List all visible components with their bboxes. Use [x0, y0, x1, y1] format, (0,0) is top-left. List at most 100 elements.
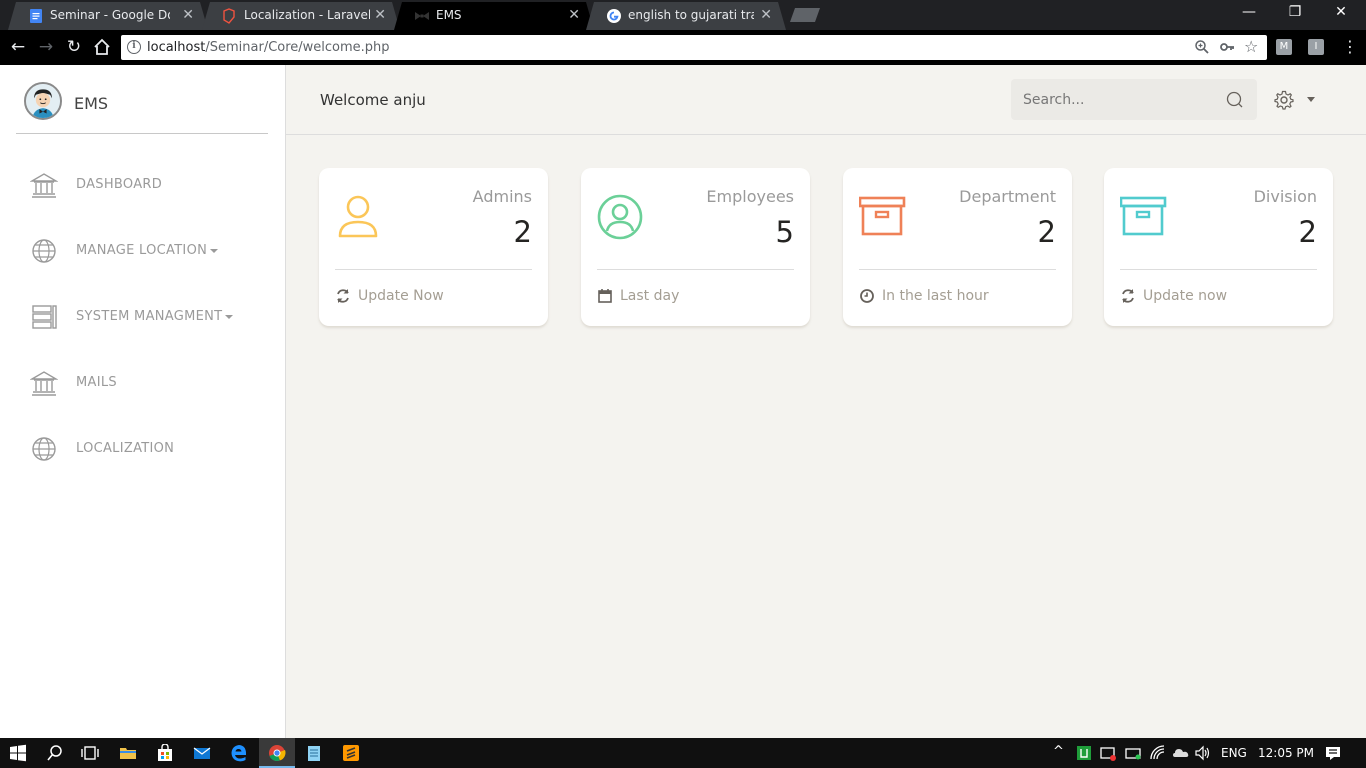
card-label: Department — [959, 187, 1056, 206]
tab-title: EMS — [436, 8, 462, 22]
show-hidden-icons-icon[interactable]: ^ — [1053, 744, 1064, 759]
card-footer[interactable]: In the last hour — [859, 288, 989, 304]
chrome-taskbar-active[interactable] — [259, 738, 295, 768]
card-employees[interactable]: Employees 5 Last day — [581, 168, 810, 326]
close-window-icon[interactable]: ✕ — [1321, 4, 1361, 20]
card-footer[interactable]: Update Now — [335, 288, 444, 304]
minimize-icon[interactable]: — — [1229, 4, 1269, 20]
sidebar-item-mails[interactable]: MAILS — [30, 368, 270, 398]
laravel-icon — [222, 8, 238, 24]
divider — [597, 269, 794, 270]
gear-icon[interactable] — [1274, 90, 1294, 110]
address-bar[interactable]: i localhost/Seminar/Core/welcome.php ☆ — [121, 35, 1267, 60]
sidebar-item-system-managment[interactable]: SYSTEM MANAGMENT — [30, 302, 270, 332]
mail-icon[interactable] — [193, 744, 211, 762]
chrome-icon — [269, 745, 286, 762]
onedrive-icon[interactable] — [1172, 744, 1190, 762]
brand-name[interactable]: EMS — [74, 94, 108, 113]
sidebar-item-dashboard[interactable]: DASHBOARD — [30, 170, 270, 200]
browser-tab-laravel[interactable]: Localization - Laravel - Th ✕ — [202, 2, 400, 30]
clock-time[interactable]: 12:05 PM — [1258, 746, 1314, 760]
close-tab-icon[interactable]: ✕ — [182, 7, 194, 23]
settings-dropdown-caret-icon[interactable] — [1307, 97, 1315, 102]
back-icon[interactable]: ← — [8, 38, 28, 56]
notepad-icon[interactable] — [305, 744, 323, 762]
browser-tab-google-docs[interactable]: Seminar - Google Docs ✕ — [8, 2, 208, 30]
card-department[interactable]: Department 2 In the last hour — [843, 168, 1072, 326]
key-icon[interactable] — [1219, 39, 1235, 55]
close-tab-icon[interactable]: ✕ — [568, 7, 580, 23]
google-docs-icon — [28, 8, 44, 24]
extension-m-icon[interactable]: M — [1276, 39, 1292, 55]
browser-tab-strip: Seminar - Google Docs ✕ Localization - L… — [0, 0, 1366, 30]
card-division[interactable]: Division 2 Update now — [1104, 168, 1333, 326]
server-icon — [32, 305, 57, 329]
globe-icon — [32, 239, 56, 263]
card-value: 2 — [1298, 215, 1317, 249]
card-footer-text: Update Now — [358, 288, 444, 304]
tray-device-icon[interactable] — [1099, 744, 1117, 762]
google-icon — [606, 8, 622, 24]
extension-i-icon[interactable]: I — [1308, 39, 1324, 55]
card-footer[interactable]: Last day — [597, 288, 679, 304]
browser-toolbar: ← → ↻ i localhost/Seminar/Core/welcome.p… — [0, 30, 1366, 65]
welcome-text: Welcome anju — [320, 91, 426, 109]
tab-title: english to gujarati transla — [628, 8, 751, 22]
windows-start-icon[interactable] — [9, 744, 27, 762]
url-text[interactable]: localhost/Seminar/Core/welcome.php — [147, 40, 390, 55]
wifi-icon[interactable] — [1149, 744, 1167, 762]
home-icon[interactable] — [93, 38, 111, 56]
close-tab-icon[interactable]: ✕ — [760, 7, 772, 23]
sidebar-item-label: MANAGE LOCATION — [76, 243, 219, 258]
user-icon — [338, 195, 378, 238]
search-input[interactable] — [1023, 79, 1223, 120]
bookmark-star-icon[interactable]: ☆ — [1244, 37, 1258, 56]
archive-icon — [859, 196, 906, 236]
top-navbar: Welcome anju — [286, 65, 1366, 135]
store-icon[interactable] — [156, 744, 174, 762]
divider — [1120, 269, 1317, 270]
sidebar-item-label: MAILS — [76, 375, 117, 390]
card-footer-text: Update now — [1143, 288, 1228, 304]
close-tab-icon[interactable]: ✕ — [374, 7, 386, 23]
file-explorer-icon[interactable] — [119, 744, 137, 762]
sidebar-item-manage-location[interactable]: MANAGE LOCATION — [30, 236, 270, 266]
card-label: Division — [1253, 187, 1317, 206]
card-footer[interactable]: Update now — [1120, 288, 1227, 304]
sidebar-item-localization[interactable]: LOCALIZATION — [30, 434, 270, 464]
card-footer-text: In the last hour — [882, 288, 989, 304]
reload-icon[interactable]: ↻ — [64, 38, 84, 56]
volume-icon[interactable] — [1194, 744, 1212, 762]
new-tab-button[interactable] — [790, 8, 820, 22]
brand-logo[interactable] — [24, 82, 62, 120]
browser-tab-ems[interactable]: EMS ✕ — [394, 2, 594, 30]
action-center-icon[interactable] — [1324, 744, 1342, 762]
sidebar-item-label: LOCALIZATION — [76, 441, 175, 456]
tray-app-icon[interactable] — [1075, 744, 1093, 762]
divider — [859, 269, 1056, 270]
edge-icon[interactable] — [230, 744, 248, 762]
menu-dots-icon[interactable]: ⋮ — [1340, 38, 1360, 56]
card-value: 2 — [1037, 215, 1056, 249]
card-label: Employees — [706, 187, 794, 206]
caret-down-icon — [225, 314, 234, 319]
user-circle-icon — [597, 194, 643, 240]
taskbar: ^ ENG 12:05 PM — [0, 738, 1366, 768]
input-language[interactable]: ENG — [1221, 746, 1247, 760]
forward-icon[interactable]: → — [36, 38, 56, 56]
calendar-icon — [598, 289, 612, 303]
info-icon[interactable]: i — [127, 40, 141, 54]
browser-tab-translate[interactable]: english to gujarati transla ✕ — [586, 2, 786, 30]
card-admins[interactable]: Admins 2 Update Now — [319, 168, 548, 326]
search-box — [1011, 79, 1257, 120]
search-icon[interactable] — [46, 744, 64, 762]
globe-icon — [32, 437, 56, 461]
search-icon[interactable] — [1226, 91, 1243, 108]
task-view-icon[interactable] — [81, 744, 99, 762]
zoom-icon[interactable] — [1194, 39, 1210, 55]
tab-title: Seminar - Google Docs — [50, 8, 168, 22]
avatar-logo-icon — [24, 82, 62, 120]
restore-icon[interactable]: ❐ — [1275, 4, 1315, 20]
tray-network-adapter-icon[interactable] — [1124, 744, 1142, 762]
sublime-text-icon[interactable] — [342, 744, 360, 762]
